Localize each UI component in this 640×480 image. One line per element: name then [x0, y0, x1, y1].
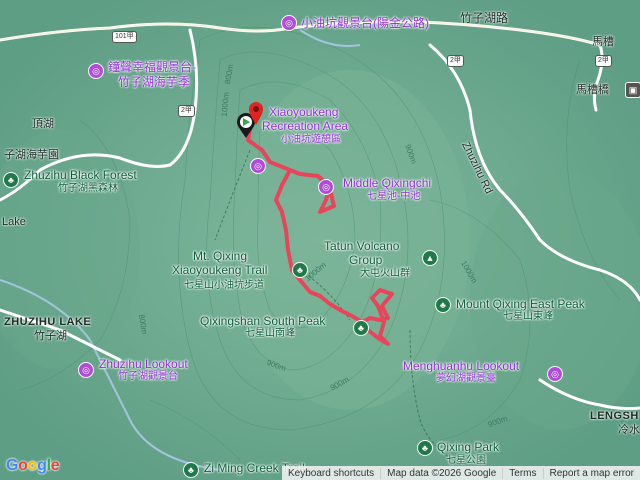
park-label[interactable]: Mt. Qixing — [193, 249, 247, 263]
poi-label-zh[interactable]: 夢幻湖觀景臺 — [436, 373, 496, 384]
tree-icon[interactable]: ♣ — [183, 462, 199, 478]
terms-link[interactable]: Terms — [502, 467, 542, 479]
place-label: 馬槽橋 — [576, 84, 609, 96]
poi-label[interactable]: 小油坑觀景台(陽金公路) — [301, 16, 429, 30]
poi-label[interactable]: 竹子湖海芋季 — [118, 75, 190, 89]
park-label[interactable]: Group — [349, 253, 382, 267]
road-label: 竹子湖路 — [460, 11, 509, 25]
place-label: ZHUZIHU LAKE — [4, 316, 92, 328]
poi-label[interactable]: Middle Qixingchi — [343, 176, 431, 190]
park-label[interactable]: Qixing Park — [437, 440, 499, 454]
camera-icon[interactable]: ◎ — [250, 158, 266, 174]
place-label: 竹子湖 — [34, 330, 67, 342]
place-label: 子湖海芋園 — [4, 149, 59, 161]
place-label: 頂湖 — [32, 118, 54, 130]
poi-label-zh[interactable]: 小油坑遊憩區 — [281, 134, 341, 145]
park-label-zh[interactable]: 大屯火山群 — [360, 268, 410, 279]
camera-icon[interactable]: ◎ — [318, 179, 334, 195]
poi-label[interactable]: Menghuanhu Lookout — [403, 359, 519, 373]
park-label-zh[interactable]: 七星山小油坑步道 — [184, 280, 264, 291]
map-data-text: Map data ©2026 Google — [380, 467, 502, 479]
route-shield: 101甲 — [112, 31, 137, 43]
tree-icon[interactable]: ♣ — [353, 320, 369, 336]
google-logo[interactable]: Google — [6, 457, 60, 475]
report-error-link[interactable]: Report a map error — [542, 467, 640, 479]
park-label-zh[interactable]: 七星山南峰 — [245, 328, 295, 339]
tree-icon[interactable]: ♣ — [435, 297, 451, 313]
camera-icon[interactable]: ◎ — [88, 63, 104, 79]
route-shield: 2甲 — [178, 105, 195, 117]
place-label: 馬槽 — [592, 36, 614, 48]
gps-track — [246, 116, 394, 346]
tree-icon[interactable]: ♣ — [417, 440, 433, 456]
poi-label[interactable]: Zhuzihu Lookout — [99, 357, 188, 371]
camera-icon[interactable]: ◎ — [281, 15, 297, 31]
bus-icon[interactable]: ▣ — [625, 82, 640, 98]
park-label[interactable]: Qixingshan South Peak — [200, 314, 325, 328]
park-label-zh[interactable]: 七星公園 — [446, 455, 486, 466]
park-label-zh[interactable]: 竹子湖黑森林 — [58, 183, 118, 194]
place-label: LENGSH — [590, 410, 639, 422]
park-label[interactable]: Xiaoyoukeng Trail — [172, 263, 267, 277]
poi-label-zh[interactable]: 七星池-中池 — [367, 191, 420, 202]
poi-label[interactable]: Xiaoyoukeng — [269, 105, 338, 119]
camera-icon[interactable]: ◎ — [78, 362, 94, 378]
attribution-bar: Keyboard shortcuts Map data ©2026 Google… — [281, 466, 640, 480]
park-label-zh[interactable]: 七星山東峰 — [503, 311, 553, 322]
tree-icon[interactable]: ♣ — [3, 172, 19, 188]
poi-label[interactable]: Recreation Area — [262, 119, 348, 133]
park-label[interactable]: Zhuzihu Black Forest — [24, 168, 137, 182]
route-shield: 2甲 — [447, 55, 464, 67]
poi-label[interactable]: 鐘聲幸福觀景台- — [108, 60, 196, 74]
route-shield: 2甲 — [595, 55, 612, 67]
keyboard-shortcuts-link[interactable]: Keyboard shortcuts — [282, 468, 380, 479]
place-label: Lake — [2, 216, 26, 228]
map-view[interactable]: ◎ ◎ ◎ ◎ ◎ ◎ ♣ ♣ ♣ ♣ ♣ ♣ ▲ ▣ 101甲 2甲 2甲 2… — [0, 0, 640, 480]
park-label[interactable]: Mount Qixing East Peak — [456, 297, 585, 311]
camera-icon[interactable]: ◎ — [547, 366, 563, 382]
place-label: 冷水 — [618, 424, 640, 436]
poi-label-zh[interactable]: 竹子湖觀景台 — [118, 371, 178, 382]
mountain-icon[interactable]: ▲ — [422, 250, 438, 266]
park-label[interactable]: Tatun Volcano — [324, 239, 399, 253]
